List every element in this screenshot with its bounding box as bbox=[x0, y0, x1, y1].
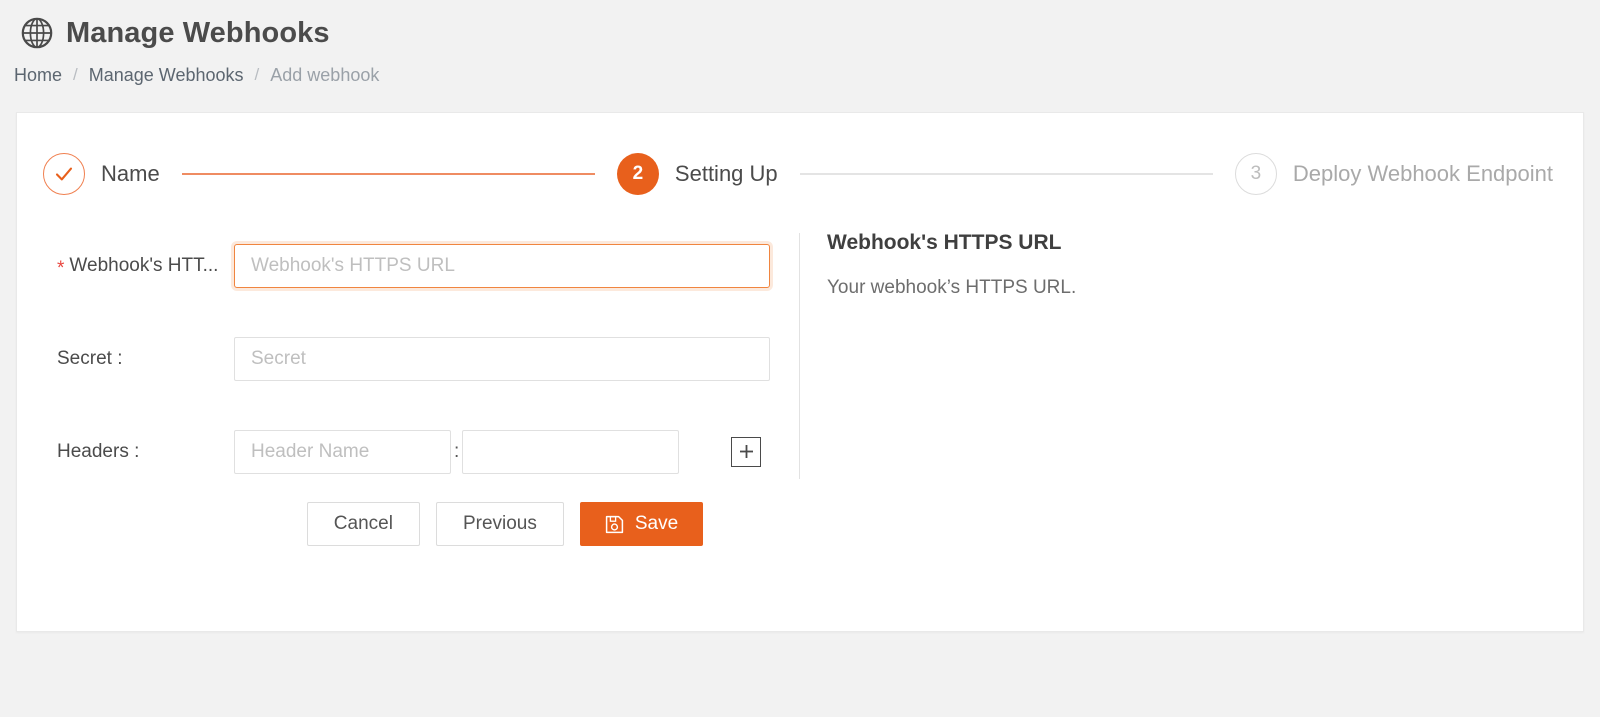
previous-button[interactable]: Previous bbox=[435, 502, 564, 546]
save-disk-icon bbox=[605, 515, 624, 534]
step-1-label: Name bbox=[101, 161, 160, 186]
globe-icon bbox=[20, 16, 54, 50]
page-header: Manage Webhooks bbox=[0, 0, 1600, 54]
cancel-button[interactable]: Cancel bbox=[306, 502, 420, 546]
help-title: Webhook's HTTPS URL bbox=[827, 231, 1062, 254]
step-2-label: Setting Up bbox=[674, 161, 778, 186]
card-body: * Webhook's HTT... Secret : Headers : : bbox=[17, 209, 1583, 489]
save-button[interactable]: Save bbox=[579, 502, 704, 546]
required-asterisk: * bbox=[57, 258, 65, 277]
secret-field-label: Secret : bbox=[57, 347, 123, 369]
url-field-label: * Webhook's HTT... bbox=[39, 255, 234, 277]
step-setting-up[interactable]: 2 Setting Up bbox=[616, 153, 778, 195]
step-1-circle bbox=[43, 153, 85, 195]
add-header-button[interactable] bbox=[731, 436, 762, 467]
webhook-form: * Webhook's HTT... Secret : Headers : : bbox=[17, 219, 799, 489]
save-button-label: Save bbox=[634, 513, 679, 534]
step-3-label: Deploy Webhook Endpoint bbox=[1292, 161, 1553, 186]
breadcrumb: Home / Manage Webhooks / Add webhook bbox=[0, 54, 1600, 96]
step-2-circle: 2 bbox=[616, 153, 659, 195]
breadcrumb-item-home[interactable]: Home bbox=[14, 65, 62, 86]
breadcrumb-item-add-webhook: Add webhook bbox=[270, 64, 380, 85]
breadcrumb-separator: / bbox=[73, 65, 78, 84]
breadcrumb-separator: / bbox=[254, 65, 260, 84]
step-deploy-webhook-endpoint[interactable]: 3 Deploy Webhook Endpoint bbox=[1234, 153, 1553, 195]
wizard-stepper: Name 2 Setting Up 3 Deploy Webhook Endpo… bbox=[17, 113, 1583, 209]
webhook-url-input[interactable] bbox=[234, 243, 770, 288]
headers-field-label: Headers : bbox=[57, 440, 140, 462]
check-icon bbox=[53, 163, 75, 185]
header-separator: : bbox=[454, 440, 460, 462]
step-connector-1-2 bbox=[181, 173, 595, 175]
form-row-url: * Webhook's HTT... bbox=[39, 219, 799, 312]
header-name-input[interactable] bbox=[234, 429, 451, 474]
help-text: Your webhook’s HTTPS URL. bbox=[827, 277, 1077, 298]
form-actions: Cancel Previous Save bbox=[17, 489, 1583, 559]
plus-icon bbox=[738, 443, 755, 460]
step-connector-2-3 bbox=[799, 173, 1213, 175]
help-panel: Webhook's HTTPS URL Your webhook’s HTTPS… bbox=[800, 219, 1583, 489]
secret-input[interactable] bbox=[234, 336, 770, 381]
wizard-card: Name 2 Setting Up 3 Deploy Webhook Endpo… bbox=[16, 112, 1584, 632]
breadcrumb-item-manage-webhooks[interactable]: Manage Webhooks bbox=[89, 65, 244, 86]
page-title: Manage Webhooks bbox=[66, 16, 330, 49]
url-field-label-text: Webhook's HTT... bbox=[69, 254, 219, 276]
form-row-headers: Headers : : bbox=[39, 405, 799, 498]
step-name[interactable]: Name bbox=[43, 153, 160, 195]
step-3-circle: 3 bbox=[1234, 153, 1277, 195]
header-value-input[interactable] bbox=[462, 429, 680, 474]
form-row-secret: Secret : bbox=[39, 312, 799, 405]
